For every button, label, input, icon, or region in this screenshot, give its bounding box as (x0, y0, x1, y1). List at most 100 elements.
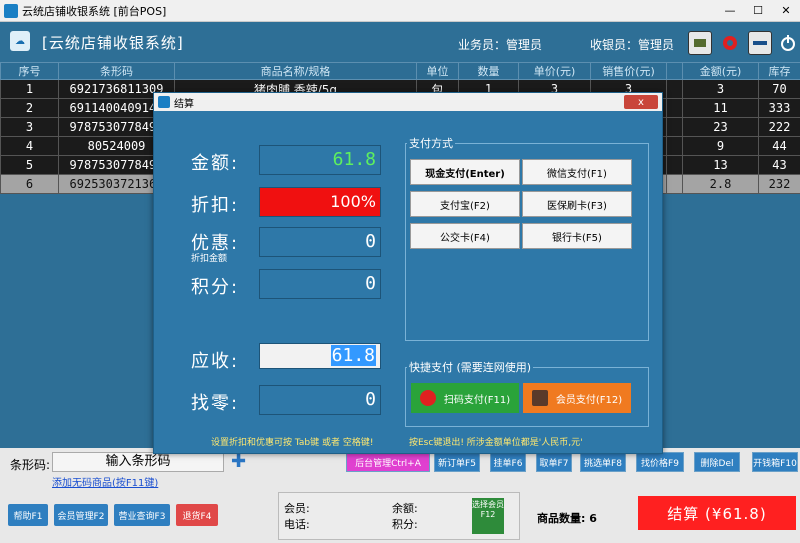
column-header: 库存 (758, 62, 800, 80)
column-header (666, 62, 683, 80)
close-icon[interactable]: ✕ (772, 0, 800, 20)
discount-label: 折扣: (191, 195, 240, 216)
amount-value: 61.8 (259, 145, 381, 175)
minimize-app-icon[interactable] (748, 31, 772, 55)
salesperson-label: 业务员：管理员 (458, 38, 543, 52)
select-member-button[interactable]: 选择会员F12 (472, 498, 504, 534)
logo-icon: ☁ (10, 31, 30, 51)
table-cell (666, 79, 683, 99)
column-header: 商品名称/规格 (174, 62, 417, 80)
hint-right: 按Esc键退出! 所涉金额单位都是'人民币,元' (409, 438, 583, 448)
table-cell: 3 (0, 117, 59, 137)
payment-group-title: 支付方式 (407, 135, 455, 151)
table-cell (666, 117, 683, 137)
receivable-input[interactable]: 61.8 (259, 343, 381, 369)
medical-card-button[interactable]: 医保刷卡(F3) (522, 191, 632, 217)
return-button[interactable]: 退货F4 (176, 504, 218, 526)
member-pay-label: 会员支付(F12) (555, 394, 623, 406)
table-cell: 23 (682, 117, 759, 137)
table-cell: 222 (758, 117, 800, 137)
member-pay-button[interactable]: 会员支付(F12) (523, 383, 631, 413)
system-name: [云统店铺收银系统] (42, 34, 184, 52)
gear-icon[interactable] (718, 31, 742, 55)
phone-label: 电话: (284, 518, 310, 531)
hint-left: 设置折扣和优惠可按 Tab键 或者 空格键! (211, 438, 374, 448)
item-count: 商品数量: 6 (537, 512, 597, 525)
minimize-icon[interactable]: — (716, 0, 744, 20)
table-cell: 5 (0, 155, 59, 175)
table-cell (666, 155, 683, 175)
column-header: 金额(元) (682, 62, 759, 80)
receivable-value: 61.8 (330, 345, 376, 366)
bank-card-button[interactable]: 银行卡(F5) (522, 223, 632, 249)
alipay-button[interactable]: 支付宝(F2) (410, 191, 520, 217)
app-header: ☁ [云统店铺收银系统] 业务员：管理员 收银员：管理员 (0, 22, 800, 62)
business-query-button[interactable]: 营业查询F3 (114, 504, 170, 526)
column-header: 单位 (416, 62, 459, 80)
plus-icon[interactable]: ✚ (231, 453, 247, 471)
dialog-title: 结算 (174, 98, 194, 110)
power-icon[interactable] (776, 31, 800, 55)
barcode-input[interactable]: 输入条形码 (52, 452, 224, 472)
table-cell: 333 (758, 98, 800, 118)
table-cell: 2.8 (682, 174, 759, 194)
points-label: 积分: (191, 277, 240, 298)
hold-order-button[interactable]: 挂单F6 (490, 452, 526, 472)
quick-group-title: 快捷支付 (需要连网使用) (407, 359, 534, 375)
scan-icon (419, 390, 436, 406)
backend-button[interactable]: 后台管理Ctrl+A (346, 452, 430, 472)
points-label: 积分: (392, 518, 418, 531)
column-header: 单价(元) (518, 62, 591, 80)
table-cell: 9 (682, 136, 759, 156)
column-header: 序号 (0, 62, 59, 80)
dialog-titlebar: 结算 x (154, 93, 662, 111)
dialog-close-button[interactable]: x (624, 95, 658, 109)
table-cell: 4 (0, 136, 59, 156)
check-price-button[interactable]: 找价格F9 (636, 452, 684, 472)
new-order-button[interactable]: 新订单F5 (434, 452, 480, 472)
table-cell: 6 (0, 174, 59, 194)
balance-label: 余额: (392, 502, 418, 515)
change-value: 0 (259, 385, 381, 415)
change-label: 找零: (191, 393, 240, 414)
table-cell: 43 (758, 155, 800, 175)
discount-input[interactable]: 100% (259, 187, 381, 217)
wechat-pay-button[interactable]: 微信支付(F1) (522, 159, 632, 185)
cash-pay-button[interactable]: 现金支付(Enter) (410, 159, 520, 185)
column-header: 销售价(元) (590, 62, 667, 80)
keyboard-icon[interactable] (688, 31, 712, 55)
dialog-icon (158, 96, 170, 108)
delete-button[interactable]: 删除Del (694, 452, 740, 472)
table-header: 序号 条形码 商品名称/规格 单位 数量 单价(元) 销售价(元) 金额(元) 库存 (0, 62, 800, 80)
table-cell: 3 (682, 79, 759, 99)
app-icon (4, 3, 18, 18)
maximize-icon[interactable]: ☐ (744, 0, 772, 20)
table-cell: 2 (0, 98, 59, 118)
transit-card-button[interactable]: 公交卡(F4) (410, 223, 520, 249)
retrieve-order-button[interactable]: 取单F7 (536, 452, 572, 472)
open-drawer-button[interactable]: 开钱箱F10 (752, 452, 798, 472)
help-button[interactable]: 帮助F1 (8, 504, 48, 526)
table-cell (666, 174, 683, 194)
table-cell: 13 (682, 155, 759, 175)
select-order-button[interactable]: 挑选单F8 (580, 452, 626, 472)
member-label: 会员: (284, 502, 310, 515)
add-no-code-link[interactable]: 添加无码商品(按F11键) (52, 474, 158, 489)
member-manage-button[interactable]: 会员管理F2 (54, 504, 108, 526)
scan-pay-label: 扫码支付(F11) (443, 394, 511, 406)
promo-input[interactable]: 0 (259, 227, 381, 257)
receivable-label: 应收: (191, 351, 240, 372)
column-header: 条形码 (58, 62, 175, 80)
barcode-label: 条形码: (10, 458, 51, 472)
points-input[interactable]: 0 (259, 269, 381, 299)
table-cell: 232 (758, 174, 800, 194)
table-cell (666, 136, 683, 156)
table-cell: 70 (758, 79, 800, 99)
table-cell: 44 (758, 136, 800, 156)
checkout-button[interactable]: 结算 (¥61.8) (638, 496, 796, 530)
promo-sublabel: 折扣金额 (191, 254, 228, 264)
window-titlebar: 云统店铺收银系统 [前台POS] — ☐ ✕ (0, 0, 800, 22)
scan-pay-button[interactable]: 扫码支付(F11) (411, 383, 519, 413)
column-header: 数量 (458, 62, 519, 80)
table-cell: 1 (0, 79, 59, 99)
